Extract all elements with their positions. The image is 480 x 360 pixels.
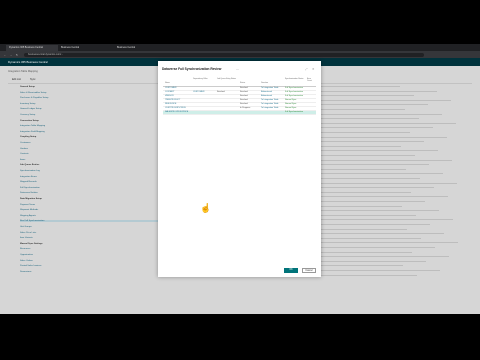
- ok-button[interactable]: OK: [284, 268, 298, 273]
- cell-direction[interactable]: To Integration Table: [261, 87, 278, 89]
- close-icon[interactable]: ✕: [312, 67, 315, 71]
- cell-name[interactable]: CUSTOMER: [165, 87, 176, 89]
- cell-status: Finished: [240, 91, 248, 94]
- cell-direction[interactable]: Bidirectional: [261, 91, 272, 93]
- mouse-cursor-icon: ☝: [200, 203, 212, 213]
- grid-header: Name Dependency Filter Job Queue Entry S…: [163, 77, 316, 87]
- expand-icon[interactable]: ⤢: [305, 67, 307, 71]
- cell-sync-status: Full Synchronization: [285, 111, 304, 114]
- refresh-icon[interactable]: ↻: [15, 53, 19, 57]
- more-options-icon[interactable]: ⋯: [236, 67, 239, 71]
- cell-direction[interactable]: Bidirectional: [261, 95, 272, 97]
- cell-status: Finished: [240, 99, 248, 102]
- column-header-name[interactable]: Name: [165, 82, 170, 84]
- cell-name[interactable]: CONTACT: [165, 91, 175, 93]
- cell-dependency[interactable]: CUSTOMER: [193, 91, 204, 93]
- column-header-sync-status[interactable]: Synchronization Status: [285, 78, 305, 80]
- cell-status: Finished: [240, 95, 248, 98]
- cell-name[interactable]: VENDOR: [165, 95, 174, 97]
- cell-status: In Progress: [240, 107, 251, 110]
- address-bar-row: ← → ↻ businesscentral.dynamics.com/...: [0, 51, 480, 58]
- cell-sync-status: Normal Sync: [285, 103, 297, 106]
- browser-tab-bar: Dynamics 365 Business Central Business C…: [0, 44, 480, 51]
- cell-direction[interactable]: To Integration Table: [261, 107, 278, 109]
- cell-name[interactable]: CUSTPRCGRP-PRICE: [165, 107, 186, 109]
- app-title: Dynamics 365 Business Central: [8, 60, 48, 64]
- column-header-status[interactable]: Status: [240, 82, 245, 84]
- column-header-dependency[interactable]: Dependency Filter: [193, 78, 215, 80]
- cell-name[interactable]: RESOURCE: [165, 103, 176, 105]
- cell-job-queue: Finished: [217, 91, 225, 94]
- column-header-job-queue[interactable]: Job Queue Entry Status: [217, 78, 239, 80]
- cell-sync-status: Normal Sync: [285, 99, 297, 102]
- cell-sync-status: Full Synchronization: [285, 91, 304, 94]
- table-row[interactable]: SALESPRC-PRODPRICE Full Synchronization: [163, 110, 316, 116]
- cell-direction[interactable]: To Integration Table: [261, 103, 278, 105]
- cancel-button[interactable]: Cancel: [302, 268, 316, 273]
- cell-sync-status: Normal Sync: [285, 107, 297, 110]
- cell-status: Finished: [240, 87, 248, 90]
- cell-sync-status: Full Synchronization: [285, 87, 304, 90]
- dialog-title: Dataverse Full Synchronization Review: [162, 67, 222, 71]
- forward-icon[interactable]: →: [9, 53, 13, 57]
- column-header-direction[interactable]: Direction: [261, 82, 268, 84]
- column-header-error-count[interactable]: Error Count: [307, 78, 316, 82]
- back-icon[interactable]: ←: [3, 53, 7, 57]
- cell-name[interactable]: SALESPRC-PRODPRICE: [165, 111, 188, 113]
- cell-name[interactable]: ITEM-PRODUCT: [165, 99, 180, 101]
- url-input[interactable]: businesscentral.dynamics.com/...: [24, 52, 424, 57]
- cell-sync-status: Full Synchronization: [285, 95, 304, 98]
- cell-direction[interactable]: To Integration Table: [261, 99, 278, 101]
- cell-status: Finished: [240, 103, 248, 106]
- full-sync-review-dialog: Dataverse Full Synchronization Review ⋯ …: [158, 61, 321, 277]
